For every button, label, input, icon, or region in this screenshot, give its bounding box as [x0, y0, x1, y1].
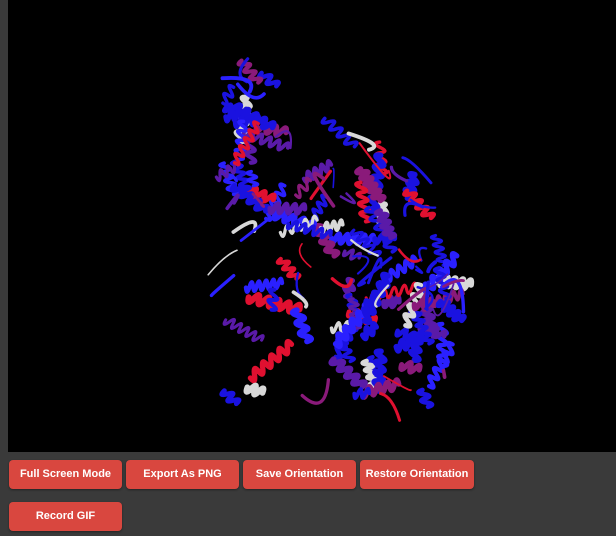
helix-ribbon [398, 360, 423, 375]
helix-ribbon [381, 294, 402, 310]
helix-ribbon [359, 321, 379, 342]
record-gif-button[interactable]: Record GIF [9, 502, 122, 531]
helix-ribbon [289, 307, 314, 345]
loop-ribbon [415, 265, 424, 274]
loop-ribbon [352, 254, 370, 275]
loop-ribbon [300, 378, 331, 405]
loop-ribbon [441, 368, 447, 379]
helix-ribbon [328, 356, 368, 390]
loop-ribbon [332, 167, 335, 189]
full-screen-button[interactable]: Full Screen Mode [9, 460, 122, 489]
restore-orientation-button[interactable]: Restore Orientation [360, 460, 474, 489]
helix-ribbon [243, 276, 285, 294]
helix-ribbon [245, 169, 260, 188]
loop-ribbon [225, 193, 240, 211]
helix-ribbon [219, 388, 242, 407]
loop-ribbon [339, 192, 356, 205]
viewer-toolbar: Full Screen Mode Export As PNG Save Orie… [0, 452, 616, 536]
loop-ribbon [209, 273, 236, 298]
molecule-viewer-canvas[interactable] [8, 0, 616, 453]
helix-ribbon [416, 387, 435, 410]
helix-ribbon [247, 338, 295, 384]
loop-ribbon [207, 249, 238, 276]
loop-ribbon [298, 243, 312, 268]
loop-ribbon [425, 280, 431, 311]
helix-ribbon [275, 256, 302, 281]
save-orientation-button[interactable]: Save Orientation [243, 460, 356, 489]
export-png-button[interactable]: Export As PNG [126, 460, 239, 489]
helix-ribbon [243, 382, 267, 398]
loop-ribbon [232, 175, 238, 183]
loop-ribbon [389, 165, 409, 183]
helix-ribbon [341, 248, 363, 261]
loop-ribbon [379, 392, 402, 422]
helix-ribbon [221, 83, 236, 107]
helix-ribbon [222, 317, 265, 343]
protein-ribbon-structure [207, 57, 475, 422]
